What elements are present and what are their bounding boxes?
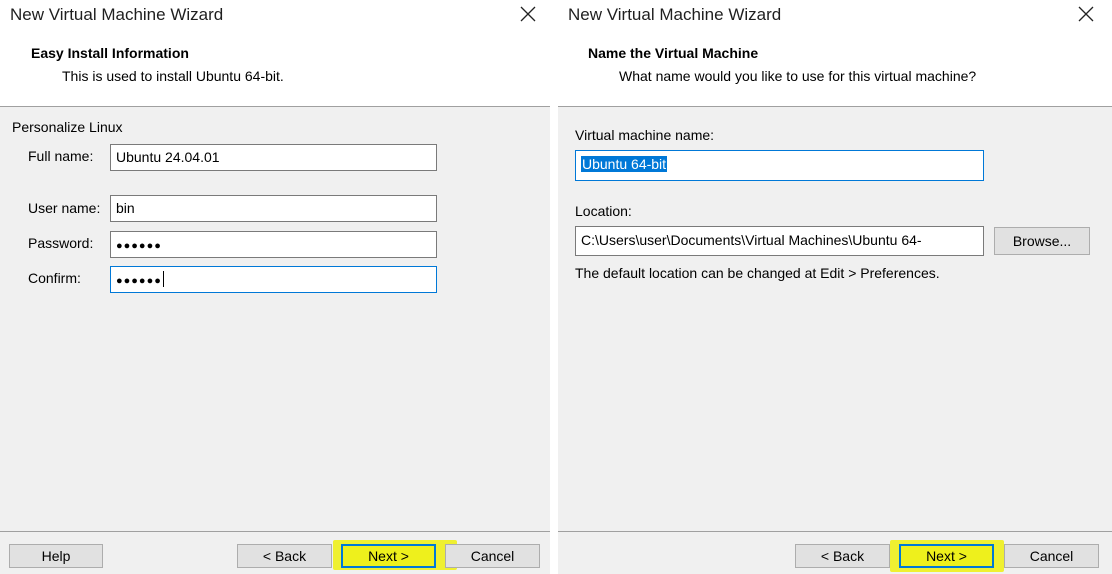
location-value: C:\Users\user\Documents\Virtual Machines… xyxy=(581,232,922,248)
full-name-field[interactable]: Ubuntu 24.04.01 xyxy=(110,144,437,171)
confirm-field[interactable]: ●●●●●● xyxy=(110,266,437,293)
location-label: Location: xyxy=(575,203,632,219)
location-field[interactable]: C:\Users\user\Documents\Virtual Machines… xyxy=(575,226,984,256)
title-bar: New Virtual Machine Wizard xyxy=(0,0,550,30)
window-title: New Virtual Machine Wizard xyxy=(10,5,224,24)
section-label: Personalize Linux xyxy=(12,119,123,135)
footer-divider xyxy=(0,531,550,532)
wizard-header: Name the Virtual Machine What name would… xyxy=(558,30,1112,107)
vm-name-label: Virtual machine name: xyxy=(575,127,715,143)
title-bar: New Virtual Machine Wizard xyxy=(558,0,1112,30)
browse-button[interactable]: Browse... xyxy=(994,227,1090,255)
text-caret xyxy=(162,271,164,287)
user-name-label: User name: xyxy=(28,200,101,216)
user-name-field[interactable]: bin xyxy=(110,195,437,222)
full-name-value: Ubuntu 24.04.01 xyxy=(116,149,220,165)
location-hint: The default location can be changed at E… xyxy=(575,265,940,281)
back-button[interactable]: < Back xyxy=(795,544,890,568)
next-button[interactable]: Next > xyxy=(899,544,994,568)
close-icon[interactable] xyxy=(1075,3,1097,25)
confirm-label: Confirm: xyxy=(28,270,81,286)
cancel-button[interactable]: Cancel xyxy=(1004,544,1099,568)
password-field[interactable]: ●●●●●● xyxy=(110,231,437,258)
wizard-header: Easy Install Information This is used to… xyxy=(0,30,550,107)
footer-divider xyxy=(558,531,1112,532)
easy-install-dialog: New Virtual Machine Wizard Easy Install … xyxy=(0,0,550,574)
vm-name-field[interactable]: Ubuntu 64-bit xyxy=(575,150,984,181)
confirm-value: ●●●●●● xyxy=(116,275,162,287)
close-icon[interactable] xyxy=(517,3,539,25)
next-button[interactable]: Next > xyxy=(341,544,436,568)
user-name-value: bin xyxy=(116,200,135,216)
back-button[interactable]: < Back xyxy=(237,544,332,568)
help-button[interactable]: Help xyxy=(9,544,103,568)
cancel-button[interactable]: Cancel xyxy=(445,544,540,568)
password-value: ●●●●●● xyxy=(116,240,162,252)
header-title: Easy Install Information xyxy=(31,45,189,61)
password-label: Password: xyxy=(28,235,94,251)
window-title: New Virtual Machine Wizard xyxy=(568,5,782,24)
header-subtitle: This is used to install Ubuntu 64-bit. xyxy=(62,68,284,84)
vm-name-value: Ubuntu 64-bit xyxy=(581,156,668,172)
header-title: Name the Virtual Machine xyxy=(588,45,759,61)
name-vm-dialog: New Virtual Machine Wizard Name the Virt… xyxy=(558,0,1112,574)
header-subtitle: What name would you like to use for this… xyxy=(619,68,977,84)
full-name-label: Full name: xyxy=(28,148,94,164)
